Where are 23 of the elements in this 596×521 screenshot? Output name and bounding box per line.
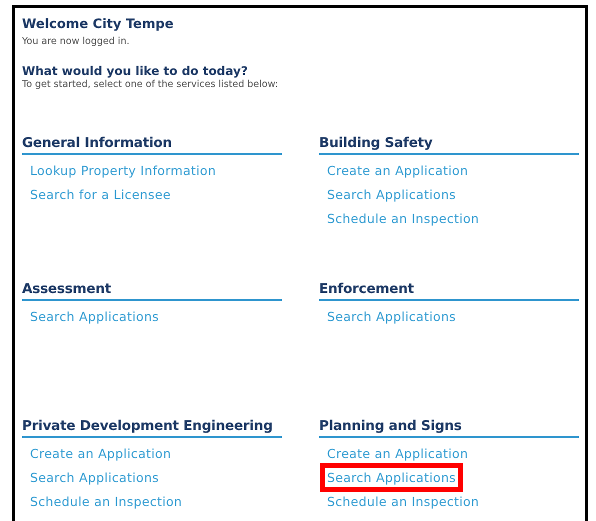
section-heading: Building Safety: [319, 135, 579, 155]
login-status: You are now logged in.: [22, 36, 130, 47]
service-link[interactable]: Search Applications: [325, 185, 458, 204]
welcome-title: Welcome City Tempe: [22, 17, 175, 32]
section-heading: Enforcement: [319, 281, 579, 301]
service-link[interactable]: Search Applications: [28, 468, 161, 487]
service-link[interactable]: Search for a Licensee: [28, 185, 173, 204]
service-link[interactable]: Schedule an Inspection: [325, 209, 482, 228]
instruction-text: To get started, select one of the services listed below:: [22, 79, 280, 90]
section-heading: Assessment: [22, 281, 282, 301]
question-heading: What would you like to do today?: [22, 64, 249, 78]
service-link[interactable]: Create an Application: [325, 444, 470, 463]
service-link[interactable]: Search Applications: [28, 307, 161, 326]
service-link[interactable]: Schedule an Inspection: [325, 492, 482, 511]
section-heading: Planning and Signs: [319, 418, 579, 438]
service-link[interactable]: Schedule an Inspection: [28, 492, 184, 511]
section-heading: General Information: [22, 135, 282, 155]
service-link[interactable]: Search Applications: [325, 307, 458, 326]
service-link[interactable]: Search Applications: [320, 463, 463, 492]
service-link[interactable]: Create an Application: [325, 161, 470, 180]
section-heading: Private Development Engineering: [22, 418, 282, 438]
service-link[interactable]: Lookup Property Information: [28, 161, 218, 180]
service-link[interactable]: Create an Application: [28, 444, 174, 463]
